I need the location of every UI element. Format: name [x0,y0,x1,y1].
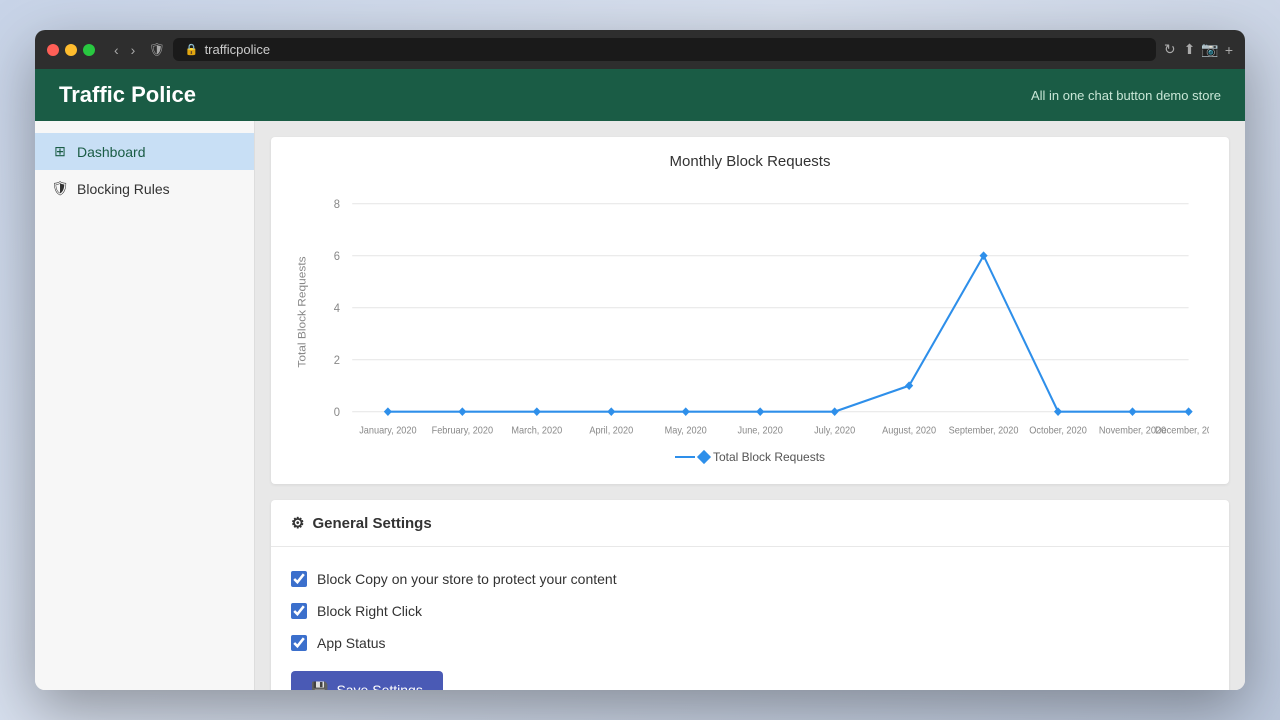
chart-container: 8 6 4 2 0 Total Block Requests January, … [291,182,1209,442]
svg-text:October, 2020: October, 2020 [1029,425,1087,436]
setting-row-app-status: App Status [291,627,1209,659]
camera-icon[interactable]: 📷 [1201,41,1218,58]
browser-chrome: ‹ › 🛡 🔒 trafficpolice ↻ ⬆ 📷 + [35,30,1245,69]
legend-line-color [675,456,695,458]
chart-title: Monthly Block Requests [291,153,1209,170]
svg-text:August, 2020: August, 2020 [882,425,936,436]
forward-button[interactable]: › [126,40,141,60]
legend-label: Total Block Requests [713,450,825,464]
svg-text:June, 2020: June, 2020 [738,425,783,436]
svg-text:6: 6 [334,251,340,263]
gear-icon: ⚙ [291,514,304,532]
block-copy-checkbox[interactable] [291,571,307,587]
svg-text:January, 2020: January, 2020 [359,425,416,436]
lock-icon: 🔒 [185,43,199,56]
main-content: Monthly Block Requests 8 6 4 [255,121,1245,690]
legend-diamond-icon [697,450,711,464]
fullscreen-button[interactable] [83,44,95,56]
app-status-checkbox[interactable] [291,635,307,651]
svg-text:July, 2020: July, 2020 [814,425,855,436]
block-copy-label: Block Copy on your store to protect your… [317,571,617,587]
svg-text:0: 0 [334,407,340,419]
save-icon: 💾 [311,681,328,690]
svg-text:4: 4 [334,303,341,315]
sidebar-item-dashboard-label: Dashboard [77,144,146,160]
share-icon[interactable]: ⬆ [1184,41,1196,58]
settings-title: General Settings [312,515,431,532]
address-bar-area: 🛡 🔒 trafficpolice ↻ [148,38,1175,61]
sidebar-item-blocking-rules-label: Blocking Rules [77,181,170,197]
traffic-lights [47,44,95,56]
address-bar[interactable]: 🔒 trafficpolice [173,38,1156,61]
app-header: Traffic Police All in one chat button de… [35,69,1245,121]
chart-legend: Total Block Requests [291,450,1209,464]
svg-text:8: 8 [334,199,340,211]
svg-text:December, 2020: December, 2020 [1155,425,1209,436]
setting-row-block-right-click: Block Right Click [291,595,1209,627]
browser-shield-icon: 🛡 [148,42,165,58]
shield-icon: 🛡 [51,180,69,197]
save-button-label: Save Settings [336,682,422,691]
reload-button[interactable]: ↻ [1164,41,1176,58]
browser-actions: ⬆ 📷 + [1184,41,1233,58]
settings-body: Block Copy on your store to protect your… [271,547,1229,690]
new-tab-button[interactable]: + [1225,42,1233,58]
browser-window: ‹ › 🛡 🔒 trafficpolice ↻ ⬆ 📷 + Traffic Po… [35,30,1245,690]
svg-text:February, 2020: February, 2020 [432,425,493,436]
app-content: Traffic Police All in one chat button de… [35,69,1245,690]
svg-text:April, 2020: April, 2020 [589,425,633,436]
svg-text:2: 2 [334,355,340,367]
block-right-click-checkbox[interactable] [291,603,307,619]
minimize-button[interactable] [65,44,77,56]
nav-buttons: ‹ › [109,40,140,60]
settings-header: ⚙ General Settings [271,500,1229,547]
legend-line: Total Block Requests [675,450,825,464]
svg-text:March, 2020: March, 2020 [511,425,562,436]
settings-card: ⚙ General Settings Block Copy on your st… [271,500,1229,690]
back-button[interactable]: ‹ [109,40,124,60]
setting-row-block-copy: Block Copy on your store to protect your… [291,563,1209,595]
svg-text:September, 2020: September, 2020 [949,425,1019,436]
sidebar: ⊞ Dashboard 🛡 Blocking Rules [35,121,255,690]
close-button[interactable] [47,44,59,56]
app-status-label: App Status [317,635,386,651]
svg-text:May, 2020: May, 2020 [665,425,707,436]
chart-card: Monthly Block Requests 8 6 4 [271,137,1229,484]
save-settings-button[interactable]: 💾 Save Settings [291,671,443,690]
block-right-click-label: Block Right Click [317,603,422,619]
svg-text:Total Block Requests: Total Block Requests [297,256,309,367]
url-text: trafficpolice [205,42,271,57]
sidebar-item-blocking-rules[interactable]: 🛡 Blocking Rules [35,170,254,207]
app-title: Traffic Police [59,82,196,108]
line-chart: 8 6 4 2 0 Total Block Requests January, … [291,182,1209,442]
sidebar-item-dashboard[interactable]: ⊞ Dashboard [35,133,254,170]
app-body: ⊞ Dashboard 🛡 Blocking Rules Monthly Blo… [35,121,1245,690]
app-subtitle: All in one chat button demo store [1031,88,1221,103]
dashboard-icon: ⊞ [51,143,69,160]
